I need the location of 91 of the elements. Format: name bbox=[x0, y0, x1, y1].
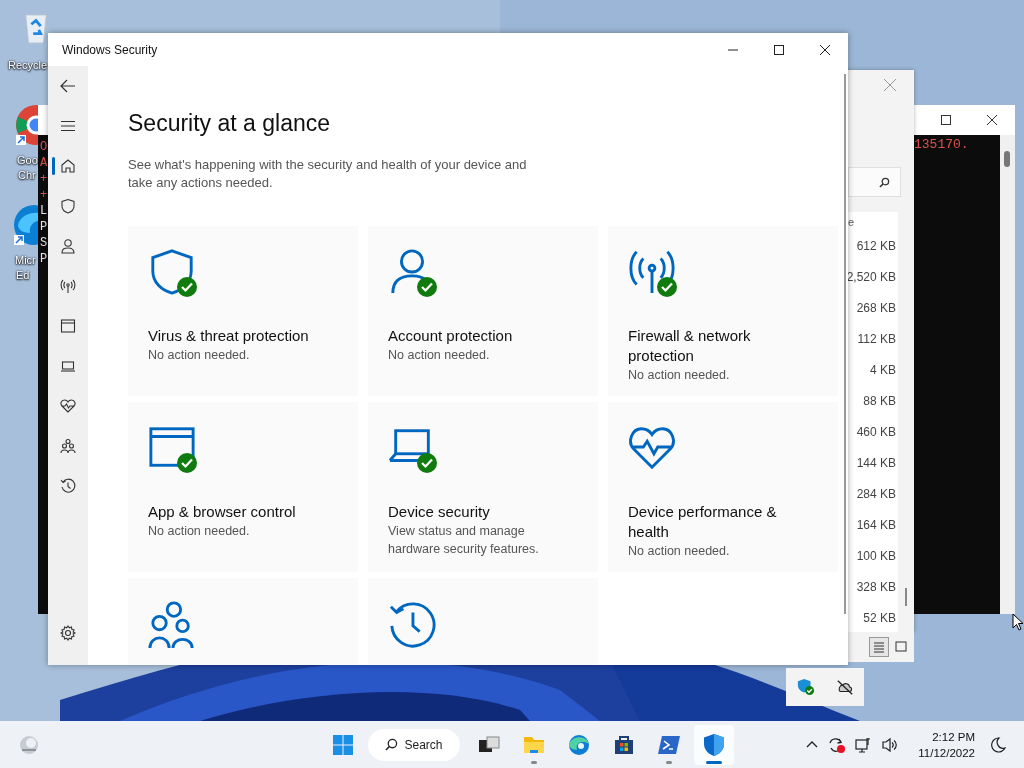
maximize-icon[interactable] bbox=[941, 115, 951, 125]
edge-icon[interactable] bbox=[567, 732, 591, 757]
cursor-icon bbox=[1012, 613, 1024, 631]
history-icon[interactable] bbox=[60, 478, 76, 494]
terminal-text: O bbox=[40, 139, 48, 155]
window-title: Windows Security bbox=[61, 42, 159, 57]
weather-icon[interactable] bbox=[18, 733, 40, 756]
app-icon[interactable] bbox=[60, 318, 76, 334]
card-status: No action needed. bbox=[628, 367, 731, 384]
desktop-icon-label: Ed bbox=[16, 268, 30, 283]
search-icon bbox=[879, 177, 890, 188]
firewall-icon bbox=[628, 248, 676, 296]
file-size: 144 KB bbox=[856, 455, 897, 472]
scrollbar[interactable] bbox=[1000, 135, 1015, 614]
card-title: Account protection bbox=[388, 326, 514, 346]
desktop-icon-label: Recycle bbox=[8, 58, 48, 73]
card-title: App & browser control bbox=[148, 502, 297, 522]
status-card[interactable]: Account protection No action needed. bbox=[368, 226, 598, 396]
cloud-off-icon[interactable] bbox=[835, 678, 854, 696]
sync-icon[interactable] bbox=[827, 735, 846, 754]
card-status: No action needed. bbox=[628, 543, 731, 560]
file-size: 328 KB bbox=[856, 579, 897, 596]
terminal-text: L bbox=[40, 203, 48, 219]
family-icon[interactable] bbox=[60, 438, 76, 454]
health-icon bbox=[628, 424, 676, 472]
terminal-text: + bbox=[40, 171, 48, 187]
card-title: Device security bbox=[388, 502, 491, 522]
terminal-output: 135170. bbox=[914, 137, 969, 152]
settings-icon[interactable] bbox=[60, 625, 76, 641]
home-icon[interactable] bbox=[60, 158, 76, 174]
terminal-text: S bbox=[40, 235, 48, 251]
card-status: No action needed. bbox=[388, 347, 491, 364]
card-title: Firewall & network protection bbox=[628, 326, 752, 366]
card-title: Virus & threat protection bbox=[148, 326, 310, 346]
status-card[interactable]: Device security View status and manage hardware security features. bbox=[368, 402, 598, 572]
device-icon[interactable] bbox=[60, 358, 76, 374]
card-status: View status and manage hardware security features. bbox=[388, 523, 540, 558]
file-size: 4 KB bbox=[870, 362, 897, 379]
security-icon[interactable] bbox=[702, 732, 726, 757]
page-heading: Security at a glance bbox=[128, 109, 331, 138]
shield-icon[interactable] bbox=[60, 198, 76, 214]
status-card[interactable]: Firewall & network protection No action needed. bbox=[608, 226, 838, 396]
maximize-icon[interactable] bbox=[774, 44, 784, 55]
file-size: 612 KB bbox=[856, 238, 897, 255]
file-size: 268 KB bbox=[856, 300, 897, 317]
file-size: 2,520 KB bbox=[846, 269, 897, 286]
shield-check-icon[interactable] bbox=[796, 678, 815, 696]
search-button[interactable]: Search bbox=[368, 728, 460, 761]
card-title: Device performance & health bbox=[628, 502, 778, 542]
file-size: 88 KB bbox=[863, 393, 897, 410]
file-size: 52 KB bbox=[863, 610, 897, 627]
file-size: 460 KB bbox=[856, 424, 897, 441]
card-status: No action needed. bbox=[148, 347, 251, 364]
volume-icon[interactable] bbox=[881, 735, 900, 754]
desktop-icon-label: Goo bbox=[17, 153, 38, 168]
close-icon[interactable] bbox=[987, 115, 997, 125]
status-card[interactable]: App & browser control No action needed. bbox=[128, 402, 358, 572]
menu-icon[interactable] bbox=[60, 118, 76, 134]
family-icon bbox=[148, 600, 196, 648]
terminal-text: P bbox=[40, 219, 48, 235]
file-size: 164 KB bbox=[856, 517, 897, 534]
file-size: 112 KB bbox=[857, 331, 897, 348]
clock-date[interactable]: 11/12/2022 bbox=[918, 744, 975, 761]
shield-icon bbox=[148, 248, 196, 296]
page-description: See what's happening with the security and health of your device and take any actions needed. bbox=[128, 156, 528, 192]
close-icon[interactable] bbox=[820, 44, 830, 55]
account-icon[interactable] bbox=[60, 238, 76, 254]
scrollbar-thumb[interactable] bbox=[905, 588, 907, 606]
terminal-text: A bbox=[40, 155, 48, 171]
moon-icon[interactable] bbox=[990, 736, 1006, 753]
search-field[interactable] bbox=[848, 167, 901, 197]
file-size: 284 KB bbox=[856, 486, 897, 503]
desktop-icon-label: Chr bbox=[18, 168, 36, 183]
health-icon[interactable] bbox=[60, 398, 76, 414]
firewall-icon[interactable] bbox=[60, 278, 76, 294]
desktop-icon-label: Micr bbox=[15, 253, 36, 268]
clock-time[interactable]: 2:12 PM bbox=[932, 728, 975, 745]
file-size: 100 KB bbox=[856, 548, 897, 565]
column-header[interactable]: e bbox=[848, 216, 855, 228]
security-taskbar-icon[interactable] bbox=[694, 724, 734, 765]
card-status: No action needed. bbox=[148, 523, 251, 540]
windows-logo-icon[interactable] bbox=[332, 733, 354, 756]
terminal-text: + bbox=[40, 187, 48, 203]
status-card[interactable]: Device performance & health No action needed. bbox=[608, 402, 838, 572]
terminal-text: P bbox=[40, 251, 48, 267]
scrollbar-thumb[interactable] bbox=[844, 74, 846, 614]
network-icon[interactable] bbox=[854, 735, 873, 754]
status-card[interactable]: Virus & threat protection No action needed. bbox=[128, 226, 358, 396]
search-icon bbox=[385, 738, 399, 751]
back-arrow-icon[interactable] bbox=[60, 78, 76, 94]
history-icon bbox=[388, 600, 436, 648]
